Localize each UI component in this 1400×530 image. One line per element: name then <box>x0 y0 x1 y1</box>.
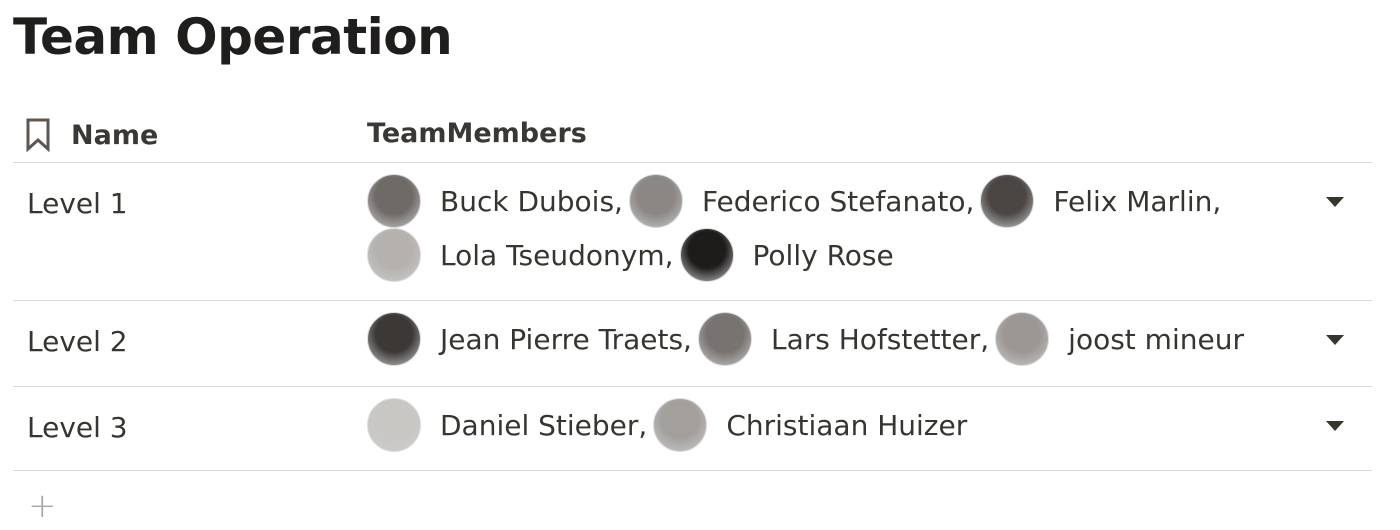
dropdown-arrow-icon[interactable] <box>1326 421 1344 431</box>
member-name: Daniel Stieber, <box>440 408 648 442</box>
team-members-cell[interactable]: Jean Pierre Traets, Lars Hofstetter, joost… <box>367 312 1307 366</box>
bookmark-icon <box>26 118 50 152</box>
page-title: Team Operation <box>13 8 453 66</box>
member-chip[interactable]: joost mineur <box>995 312 1244 366</box>
row-name[interactable]: Level 3 <box>27 411 128 444</box>
table-row[interactable]: Level 3 Daniel Stieber, Christiaan Huizer <box>13 387 1372 471</box>
member-chip[interactable]: Buck Dubois, <box>367 174 623 228</box>
column-name-label: Name <box>71 119 159 151</box>
member-chip[interactable]: Christiaan Huizer <box>653 398 967 452</box>
member-chip[interactable]: Jean Pierre Traets, <box>367 312 692 366</box>
member-name: Lola Tseudonym, <box>440 238 674 272</box>
member-name: Polly Rose <box>752 238 894 272</box>
member-chip[interactable]: Polly Rose <box>679 228 894 282</box>
member-name: Felix Marlin, <box>1053 184 1222 218</box>
member-chip[interactable]: Lola Tseudonym, <box>367 228 674 282</box>
avatar <box>995 312 1050 366</box>
member-name: Buck Dubois, <box>440 184 623 218</box>
team-members-cell[interactable]: Daniel Stieber, Christiaan Huizer <box>367 398 1307 452</box>
column-header-members[interactable]: TeamMembers <box>367 118 587 149</box>
avatar <box>367 228 421 282</box>
avatar <box>628 174 683 228</box>
row-name[interactable]: Level 2 <box>27 325 128 358</box>
member-chip[interactable]: Federico Stefanato, <box>628 174 975 228</box>
member-chip[interactable]: Felix Marlin, <box>980 174 1221 228</box>
dropdown-arrow-icon[interactable] <box>1326 197 1344 207</box>
member-name: Lars Hofstetter, <box>770 322 990 356</box>
dropdown-arrow-icon[interactable] <box>1326 335 1344 345</box>
member-chip[interactable]: Daniel Stieber, <box>367 398 647 452</box>
column-header-name[interactable]: Name <box>25 118 158 152</box>
avatar <box>367 398 421 452</box>
avatar <box>653 398 708 452</box>
add-row-button[interactable]: + <box>28 486 57 526</box>
database-table: Name TeamMembers Level 1 Buck Dubois, Fede… <box>13 104 1372 471</box>
team-members-cell[interactable]: Buck Dubois, Federico Stefanato, Felix Mar… <box>367 174 1307 282</box>
avatar <box>679 228 734 282</box>
member-name: joost mineur <box>1068 322 1244 356</box>
avatar <box>980 174 1035 228</box>
avatar <box>367 312 421 366</box>
member-chip[interactable]: Lars Hofstetter, <box>697 312 990 366</box>
table-header: Name TeamMembers <box>13 104 1372 163</box>
table-row[interactable]: Level 1 Buck Dubois, Federico Stefanato, Fe… <box>13 163 1372 301</box>
table-row[interactable]: Level 2 Jean Pierre Traets, Lars Hofstette… <box>13 301 1372 387</box>
row-name[interactable]: Level 1 <box>27 187 128 220</box>
avatar <box>697 312 752 366</box>
avatar <box>367 174 421 228</box>
member-name: Jean Pierre Traets, <box>440 322 692 356</box>
member-name: Christiaan Huizer <box>726 408 968 442</box>
member-name: Federico Stefanato, <box>701 184 975 218</box>
